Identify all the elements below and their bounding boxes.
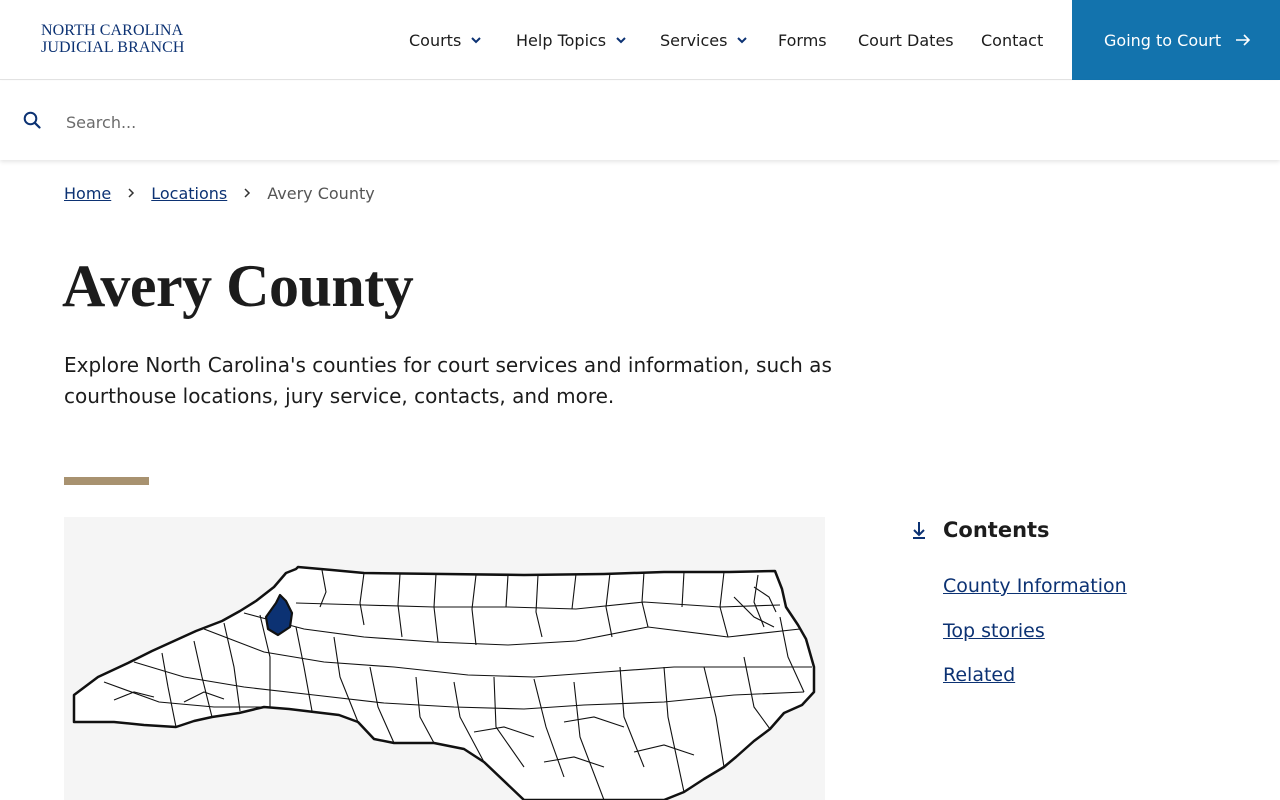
map-state-shape — [72, 565, 816, 800]
nav-forms[interactable]: Forms — [778, 0, 827, 80]
north-carolina-map — [72, 565, 816, 800]
chevron-down-icon — [614, 33, 628, 47]
nav-courts[interactable]: Courts — [409, 0, 483, 80]
breadcrumb-current: Avery County — [267, 183, 375, 203]
chevron-right-icon — [243, 187, 251, 199]
county-map — [64, 517, 825, 800]
page-intro: Explore North Carolina's counties for co… — [64, 353, 832, 408]
nav-forms-label: Forms — [778, 30, 827, 50]
list-item: County Information — [943, 575, 1127, 620]
logo-line-2: JUDICIAL BRANCH — [41, 39, 185, 56]
arrow-right-icon — [1235, 33, 1251, 47]
site-logo[interactable]: NORTH CAROLINA JUDICIAL BRANCH — [41, 22, 185, 56]
logo-line-1: NORTH CAROLINA — [41, 22, 184, 39]
toc-link-related[interactable]: Related — [943, 664, 1015, 686]
contents-list: County Information Top stories Related — [943, 575, 1127, 709]
accent-rule — [64, 477, 149, 485]
nav-help-topics-label: Help Topics — [516, 30, 607, 50]
going-to-court-label: Going to Court — [1104, 30, 1222, 50]
search-input[interactable] — [64, 105, 1248, 139]
list-item: Top stories — [943, 620, 1127, 665]
breadcrumb-locations[interactable]: Locations — [151, 184, 227, 203]
contents-title: Contents — [943, 518, 1050, 542]
nav-court-dates[interactable]: Court Dates — [858, 0, 954, 80]
breadcrumb-home[interactable]: Home — [64, 184, 111, 203]
search-bar — [0, 81, 1280, 160]
chevron-down-icon — [735, 33, 749, 47]
going-to-court-button[interactable]: Going to Court — [1072, 0, 1280, 80]
search-icon[interactable] — [23, 111, 41, 129]
site-header: NORTH CAROLINA JUDICIAL BRANCH Courts He… — [0, 0, 1280, 80]
nav-court-dates-label: Court Dates — [858, 30, 954, 50]
nav-services-label: Services — [660, 30, 728, 50]
nav-help-topics[interactable]: Help Topics — [516, 0, 628, 80]
jump-down-icon — [910, 519, 928, 541]
breadcrumb: Home Locations Avery County — [64, 182, 375, 204]
toc-link-county-information[interactable]: County Information — [943, 575, 1127, 597]
nav-contact[interactable]: Contact — [981, 0, 1043, 80]
nav-contact-label: Contact — [981, 30, 1044, 50]
nav-courts-label: Courts — [409, 30, 462, 50]
nav-services[interactable]: Services — [660, 0, 749, 80]
chevron-right-icon — [127, 187, 135, 199]
contents-heading: Contents — [910, 517, 1050, 543]
list-item: Related — [943, 664, 1127, 709]
toc-link-top-stories[interactable]: Top stories — [943, 620, 1045, 642]
page-title: Avery County — [62, 253, 414, 319]
chevron-down-icon — [469, 33, 483, 47]
